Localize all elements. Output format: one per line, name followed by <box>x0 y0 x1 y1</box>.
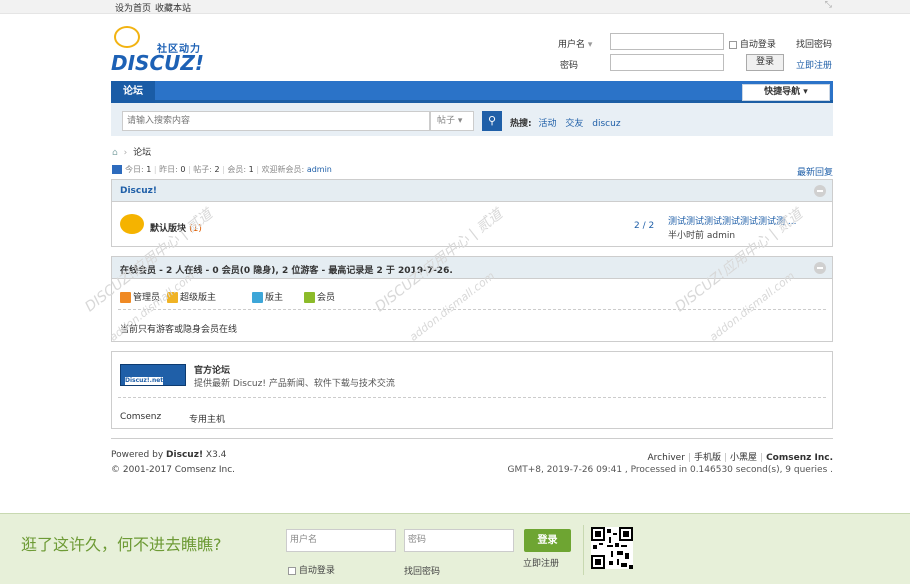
promo-login-button[interactable]: 登录 <box>524 529 571 552</box>
main-nav-bar <box>111 81 833 103</box>
hot-term[interactable]: 交友 <box>565 119 583 129</box>
online-header: 在线会员 - 2 人在线 - 0 会员(0 隐身), 2 位游客 - 最高记录是… <box>112 257 832 279</box>
partner-description: 提供最新 Discuz! 产品新闻、软件下载与技术交流 <box>194 379 395 389</box>
password-input[interactable] <box>610 54 724 71</box>
divider <box>118 309 826 310</box>
forum-name[interactable]: 默认版块 (1) <box>150 221 202 234</box>
collapse-icon[interactable] <box>814 185 826 197</box>
category-header: Discuz! <box>112 180 832 202</box>
legend-super-moderator: 超级版主 <box>167 290 216 303</box>
moderator-icon <box>252 292 263 303</box>
partner-badge: Discuz!.net <box>125 377 164 385</box>
breadcrumb-separator: › <box>123 148 128 158</box>
breadcrumb-current[interactable]: 论坛 <box>133 148 151 158</box>
nav-item-forum[interactable]: 论坛 <box>111 81 155 103</box>
footer-link-archiver[interactable]: Archiver <box>648 453 685 463</box>
search-type-select[interactable]: 帖子 ▾ <box>430 111 474 131</box>
text-link-comsenz[interactable]: Comsenz <box>120 412 161 422</box>
promo-username-input[interactable]: 用户名 <box>286 529 396 552</box>
category-title[interactable]: Discuz! <box>120 186 157 196</box>
forum-stats: 今日: 1 | 昨日: 0 | 帖子: 2 | 会员: 1 | 欢迎新会员: a… <box>112 164 332 175</box>
logo-bubble-icon <box>114 26 140 48</box>
site-logo[interactable]: 社区动力 DISCUZ! <box>111 24 221 76</box>
hot-term[interactable]: 活动 <box>538 119 556 129</box>
username-input[interactable] <box>610 33 724 50</box>
footer-company-link[interactable]: Comsenz Inc. <box>766 453 833 463</box>
home-icon[interactable]: ⌂ <box>112 148 118 158</box>
quick-nav-button[interactable]: 快捷导航 ▾ <box>742 84 830 101</box>
register-link[interactable]: 立即注册 <box>796 58 832 71</box>
footer-gmt: GMT+8, 2019-7-26 09:41 , Processed in 0.… <box>507 465 833 475</box>
promo-password-input[interactable]: 密码 <box>404 529 514 552</box>
last-post-meta: 半小时前 admin <box>668 231 736 241</box>
stats-chart-icon <box>112 165 122 174</box>
copyright: © 2001-2017 Comsenz Inc. <box>111 465 236 475</box>
last-post-link[interactable]: 测试测试测试测试测试测试测 ... <box>668 214 796 227</box>
bookmark-link[interactable]: 收藏本站 <box>155 1 191 14</box>
partner-logo[interactable]: Discuz!.net <box>120 364 186 386</box>
discuz-link[interactable]: Discuz! <box>166 450 203 460</box>
collapse-icon[interactable] <box>814 262 826 274</box>
footer-divider <box>111 438 833 439</box>
powered-by: Powered by Discuz! X3.4 <box>111 450 227 460</box>
legend-moderator: 版主 <box>252 290 283 303</box>
friend-links-box: Discuz!.net 官方论坛 提供最新 Discuz! 产品新闻、软件下载与… <box>111 351 833 429</box>
forum-category-box: Discuz! 默认版块 (1) 2 / 2 测试测试测试测试测试测试测 ...… <box>111 179 833 247</box>
admin-icon <box>120 292 131 303</box>
newest-member-link[interactable]: admin <box>307 165 332 174</box>
promo-find-password-link[interactable]: 找回密码 <box>404 564 440 577</box>
hot-search-label: 热搜: <box>510 119 532 129</box>
online-members-box: 在线会员 - 2 人在线 - 0 会员(0 隐身), 2 位游客 - 最高记录是… <box>111 256 833 342</box>
password-label: 密码 <box>560 61 579 71</box>
divider <box>583 525 584 575</box>
auto-login-checkbox[interactable]: 自动登录 <box>729 37 776 50</box>
breadcrumb: ⌂ › 论坛 <box>112 145 151 158</box>
footer-link-blackroom[interactable]: 小黑屋 <box>730 453 757 463</box>
username-label[interactable]: 用户名 ▾ <box>558 37 592 50</box>
promo-register-link[interactable]: 立即注册 <box>523 556 559 569</box>
latest-reply-link[interactable]: 最新回复 <box>797 165 833 178</box>
footer-link-mobile[interactable]: 手机版 <box>694 453 721 463</box>
set-home-link[interactable]: 设为首页 <box>115 1 151 14</box>
legend-member: 会员 <box>304 290 335 303</box>
legend-admin: 管理员 <box>120 290 160 303</box>
logo-wordmark: DISCUZ! <box>111 51 204 75</box>
partner-name-link[interactable]: 官方论坛 <box>194 363 230 376</box>
text-link-host[interactable]: 专用主机 <box>189 412 225 425</box>
footer-links: Archiver | 手机版 | 小黑屋 | Comsenz Inc. <box>647 453 833 463</box>
divider <box>118 397 826 398</box>
hot-search: 热搜: 活动 交友 discuz <box>510 116 627 129</box>
forum-thread-count: 2 / 2 <box>634 221 655 231</box>
search-input[interactable]: 请输入搜索内容 <box>122 111 430 131</box>
promo-text: 逛了这许久，何不进去瞧瞧? <box>21 535 222 554</box>
qr-code-icon <box>591 527 633 569</box>
super-moderator-icon <box>167 292 178 303</box>
hot-term[interactable]: discuz <box>592 119 620 129</box>
online-note: 当前只有游客或隐身会员在线 <box>120 325 238 335</box>
find-password-link[interactable]: 找回密码 <box>796 37 832 50</box>
login-button[interactable]: 登录 <box>746 54 784 71</box>
online-title[interactable]: 在线会员 - 2 人在线 - 0 会员(0 隐身), 2 位游客 - 最高记录是… <box>120 263 453 276</box>
expand-icon[interactable]: ⤡ <box>825 0 832 10</box>
search-button[interactable]: ⚲ <box>482 111 502 131</box>
promo-auto-login-checkbox[interactable]: 自动登录 <box>288 563 335 576</box>
forum-bubble-icon[interactable] <box>120 214 144 234</box>
search-icon: ⚲ <box>487 114 497 127</box>
member-icon <box>304 292 315 303</box>
top-bar: 设为首页 收藏本站 ⤡ <box>0 0 910 14</box>
